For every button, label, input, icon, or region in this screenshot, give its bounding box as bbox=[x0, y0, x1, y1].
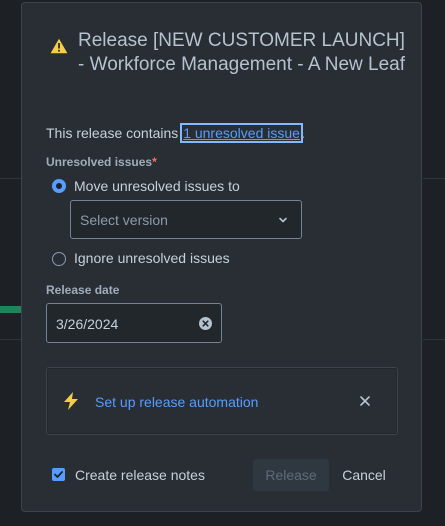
background-divider bbox=[423, 339, 445, 340]
release-date-label: Release date bbox=[46, 283, 120, 297]
background-divider bbox=[0, 339, 22, 340]
unresolved-description: This release contains 1 unresolved issue… bbox=[46, 123, 305, 143]
clear-icon[interactable] bbox=[199, 317, 212, 330]
description-text: This release contains bbox=[46, 125, 183, 141]
close-icon[interactable] bbox=[359, 395, 371, 407]
checkmark-icon bbox=[54, 471, 63, 478]
unresolved-issues-label-text: Unresolved issues bbox=[46, 155, 153, 169]
version-select[interactable]: Select version bbox=[70, 200, 302, 239]
required-indicator: * bbox=[152, 155, 157, 169]
create-release-notes-checkbox[interactable] bbox=[52, 468, 65, 481]
unresolved-issues-link[interactable]: 1 unresolved issue bbox=[180, 123, 303, 143]
setup-automation-link[interactable]: Set up release automation bbox=[95, 394, 258, 410]
release-dialog: Release [NEW CUSTOMER LAUNCH] - Workforc… bbox=[21, 2, 422, 512]
ignore-issues-label: Ignore unresolved issues bbox=[74, 250, 230, 266]
background-divider bbox=[0, 178, 22, 179]
release-automation-panel: Set up release automation bbox=[46, 367, 398, 435]
dialog-title: Release [NEW CUSTOMER LAUNCH] - Workforc… bbox=[78, 30, 406, 75]
background-progress-bar bbox=[0, 306, 22, 313]
version-select-placeholder: Select version bbox=[80, 212, 168, 228]
release-date-value: 3/26/2024 bbox=[56, 316, 119, 332]
create-release-notes-label: Create release notes bbox=[75, 467, 205, 483]
cancel-button[interactable]: Cancel bbox=[334, 459, 394, 491]
lightning-icon bbox=[64, 392, 78, 410]
warning-icon bbox=[50, 38, 68, 54]
release-date-field[interactable]: 3/26/2024 bbox=[46, 303, 222, 343]
description-suffix: . bbox=[300, 125, 305, 141]
unresolved-issues-label: Unresolved issues* bbox=[46, 155, 157, 169]
background-divider bbox=[423, 178, 445, 179]
chevron-down-icon bbox=[279, 217, 287, 223]
move-issues-radio[interactable] bbox=[52, 179, 66, 193]
ignore-issues-radio[interactable] bbox=[52, 252, 66, 266]
release-button[interactable]: Release bbox=[253, 459, 329, 491]
move-issues-label: Move unresolved issues to bbox=[74, 178, 240, 194]
